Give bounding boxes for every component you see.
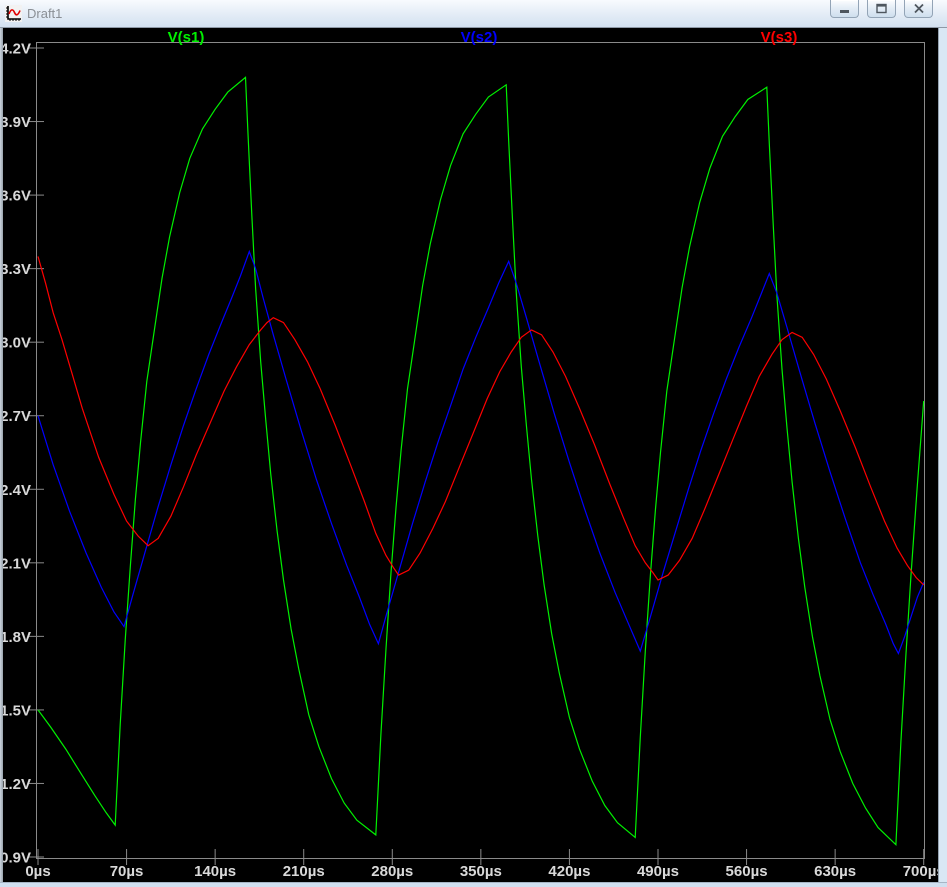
x-tick-label: 350µs: [460, 863, 502, 880]
x-tick-label: 0µs: [25, 863, 50, 880]
x-tick-label: 560µs: [726, 863, 768, 880]
maximize-button[interactable]: [867, 0, 896, 18]
y-tick-label: 3.9V: [0, 114, 31, 131]
y-tick-label: 2.7V: [0, 408, 31, 425]
close-icon: [913, 3, 925, 14]
trace-vs2: [38, 252, 924, 654]
y-tick-label: 1.5V: [0, 702, 31, 719]
x-tick-label: 630µs: [814, 863, 856, 880]
ltspice-waveform-window: Draft1 V(s1) V(s2) V(s3) 4.2V 3.9V 3.6V 3.3…: [0, 0, 947, 887]
x-tick-label: 70µs: [110, 863, 144, 880]
y-tick-label: 3.3V: [0, 261, 31, 278]
y-tick-label: 3.0V: [0, 335, 31, 352]
x-tick-label: 420µs: [548, 863, 590, 880]
waveform-document-icon[interactable]: [5, 5, 22, 22]
window-title: Draft1: [27, 6, 62, 21]
x-tick-label: 210µs: [283, 863, 325, 880]
minimize-button[interactable]: [830, 0, 859, 18]
x-tick-label: 140µs: [194, 863, 236, 880]
legend-trace-vs2[interactable]: V(s2): [461, 29, 498, 46]
y-tick-label: 1.2V: [0, 776, 31, 793]
x-tick-label: 490µs: [637, 863, 679, 880]
trace-vs1: [38, 77, 924, 844]
close-button[interactable]: [904, 0, 933, 18]
y-tick-label: 3.6V: [0, 188, 31, 205]
window-frame-right: [938, 28, 947, 887]
window-frame-left: [0, 28, 3, 887]
x-tick-label: 280µs: [371, 863, 413, 880]
y-tick-label: 2.4V: [0, 482, 31, 499]
minimize-icon: [838, 4, 851, 14]
legend-trace-vs1[interactable]: V(s1): [168, 29, 205, 46]
maximize-icon: [875, 3, 888, 14]
legend-trace-vs3[interactable]: V(s3): [761, 29, 798, 46]
y-tick-label: 1.8V: [0, 629, 31, 646]
y-tick-label: 2.1V: [0, 555, 31, 572]
waveform-plot-canvas[interactable]: 4.2V 3.9V 3.6V 3.3V 3.0V 2.7V 2.4V 2.1V 1.8V 1.5V…: [0, 28, 947, 883]
y-tick-label: 4.2V: [0, 41, 31, 58]
window-controls: [830, 0, 933, 18]
waveform-plot-pane[interactable]: V(s1) V(s2) V(s3) 4.2V 3.9V 3.6V 3.3V 3.0V 2.…: [0, 28, 947, 883]
plot-border: [37, 43, 925, 859]
window-frame-bottom: [0, 882, 947, 887]
trace-vs3: [38, 256, 924, 585]
window-titlebar[interactable]: Draft1: [0, 0, 947, 28]
